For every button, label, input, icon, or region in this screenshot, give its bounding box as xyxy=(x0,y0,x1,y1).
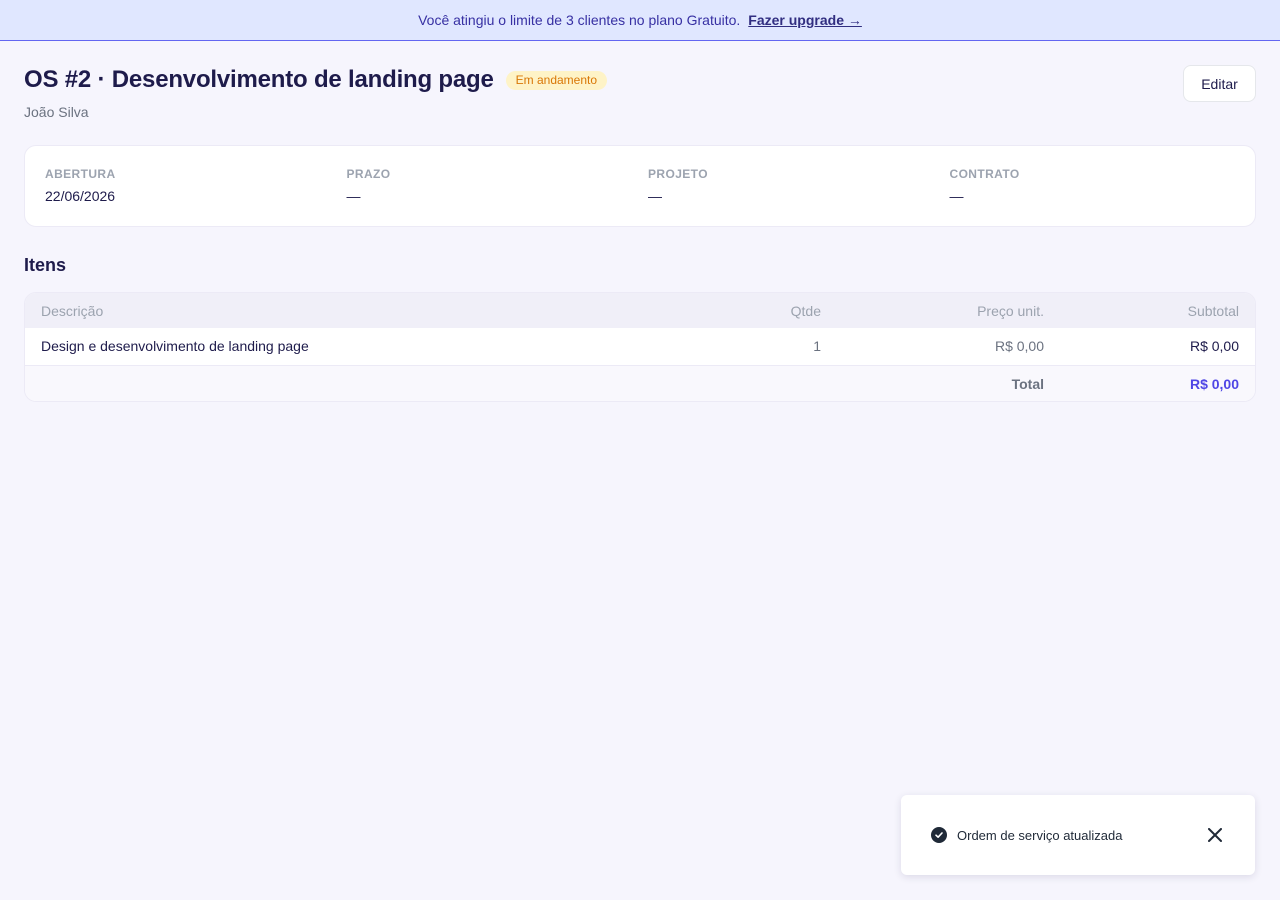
total-value: R$ 0,00 xyxy=(1189,375,1239,392)
items-table-card: Descrição Qtde Preço unit. Subtotal Desi… xyxy=(24,292,1256,402)
total-spacer xyxy=(25,365,685,401)
meta-value: — xyxy=(648,188,662,204)
item-subtotal: R$ 0,00 xyxy=(1189,338,1239,355)
client-name: João Silva xyxy=(24,104,89,120)
banner-message: Você atingiu o limite de 3 clientes no p… xyxy=(418,12,741,28)
meta-label: PRAZO xyxy=(346,167,391,181)
column-header-qty: Qtde xyxy=(790,302,821,319)
meta-label: PROJETO xyxy=(648,167,708,181)
page-header: OS #2 · Desenvolvimento de landing page … xyxy=(24,65,1256,126)
column-header-description: Descrição xyxy=(41,302,104,319)
status-badge: Em andamento xyxy=(505,70,608,90)
close-icon[interactable] xyxy=(1205,825,1225,845)
title-row: OS #2 · Desenvolvimento de landing page … xyxy=(24,66,1256,94)
column-header-unit-price: Preço unit. xyxy=(977,302,1044,319)
upgrade-link[interactable]: Fazer upgrade → xyxy=(748,12,862,28)
meta-field-contrato: CONTRATO — xyxy=(950,167,1252,226)
meta-label: ABERTURA xyxy=(45,167,116,181)
items-table: Descrição Qtde Preço unit. Subtotal Desi… xyxy=(25,293,1255,401)
toast-message: Ordem de serviço atualizada xyxy=(957,827,1123,843)
item-unit-price: R$ 0,00 xyxy=(994,338,1044,355)
check-circle-icon xyxy=(931,827,947,843)
toast-notification: Ordem de serviço atualizada xyxy=(901,795,1255,875)
meta-field-prazo: PRAZO — xyxy=(347,167,649,226)
edit-button[interactable]: Editar xyxy=(1183,65,1256,102)
meta-field-abertura: ABERTURA 22/06/2026 xyxy=(45,167,347,226)
table-header-row: Descrição Qtde Preço unit. Subtotal xyxy=(25,293,1255,328)
table-row: Design e desenvolvimento de landing page… xyxy=(25,328,1255,365)
meta-value: — xyxy=(949,188,964,204)
meta-value: — xyxy=(346,188,361,204)
upgrade-banner: Você atingiu o limite de 3 clientes no p… xyxy=(0,0,1280,41)
total-spacer xyxy=(685,365,837,401)
items-section-title: Itens xyxy=(24,255,67,275)
meta-value: 22/06/2026 xyxy=(45,188,116,204)
item-description: Design e desenvolvimento de landing page xyxy=(41,338,309,355)
total-label: Total xyxy=(1011,375,1044,392)
column-header-subtotal: Subtotal xyxy=(1187,302,1239,319)
meta-field-projeto: PROJETO — xyxy=(648,167,950,226)
item-qty: 1 xyxy=(813,338,821,355)
details-card: ABERTURA 22/06/2026 PRAZO — PROJETO — CO… xyxy=(24,145,1256,227)
page-title: OS #2 · Desenvolvimento de landing page xyxy=(24,66,494,93)
meta-label: CONTRATO xyxy=(949,167,1020,181)
total-row: Total R$ 0,00 xyxy=(25,365,1255,401)
